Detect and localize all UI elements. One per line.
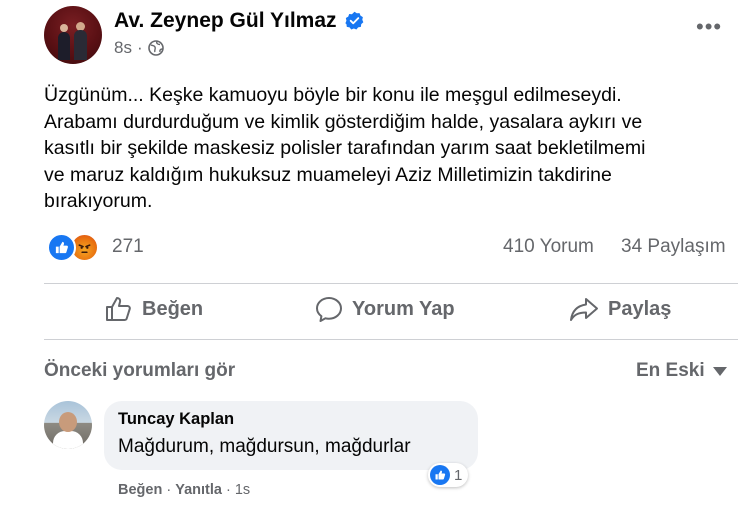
comment-text: Mağdurum, mağdursun, mağdurlar (118, 436, 411, 457)
post-meta: 8s · (114, 38, 164, 58)
comment-actions: Beğen · Yanıtla · 1s (118, 482, 251, 498)
share-icon (570, 298, 598, 321)
reaction-icons[interactable] (47, 233, 99, 262)
globe-icon (147, 40, 164, 56)
divider (44, 283, 738, 284)
sort-label: En Eski (636, 360, 705, 381)
meta-separator: · (136, 38, 143, 57)
like-label: Beğen (142, 297, 204, 320)
author-name[interactable]: Av. Zeynep Gül Yılmaz (114, 9, 337, 33)
share-button[interactable]: Paylaş (569, 296, 671, 322)
comment-time[interactable]: 1s (235, 482, 250, 498)
author-avatar[interactable] (44, 6, 102, 64)
comment-sort-dropdown[interactable]: En Eski (636, 360, 727, 382)
commenter-name[interactable]: Tuncay Kaplan (118, 410, 234, 429)
thumbs-up-icon (106, 297, 131, 321)
comment-icon (316, 297, 342, 322)
post-text: Üzgünüm... Keşke kamuoyu böyle bir konu … (44, 84, 646, 213)
comment-reaction-count: 1 (454, 466, 463, 484)
more-icon[interactable]: ••• (696, 14, 722, 40)
share-count[interactable]: 34 Paylaşım (621, 236, 726, 258)
verified-icon (345, 11, 364, 30)
reaction-count[interactable]: 271 (112, 236, 144, 258)
commenter-avatar[interactable] (44, 401, 92, 449)
caret-down-icon (712, 366, 727, 376)
post-time[interactable]: 8s (114, 38, 132, 58)
like-reaction-icon (430, 465, 450, 485)
comment-reply-link[interactable]: Yanıtla (175, 482, 222, 498)
comment-like-link[interactable]: Beğen (118, 482, 162, 498)
comment-label: Yorum Yap (352, 297, 455, 320)
comment-button[interactable]: Yorum Yap (315, 296, 455, 322)
like-reaction-icon (47, 233, 76, 262)
divider (44, 339, 738, 340)
like-button[interactable]: Beğen (105, 296, 203, 322)
view-previous-comments[interactable]: Önceki yorumları gör (44, 360, 235, 382)
share-label: Paylaş (608, 297, 672, 320)
comment-count[interactable]: 410 Yorum (503, 236, 594, 258)
comment-reaction-badge[interactable]: 1 (428, 463, 469, 487)
